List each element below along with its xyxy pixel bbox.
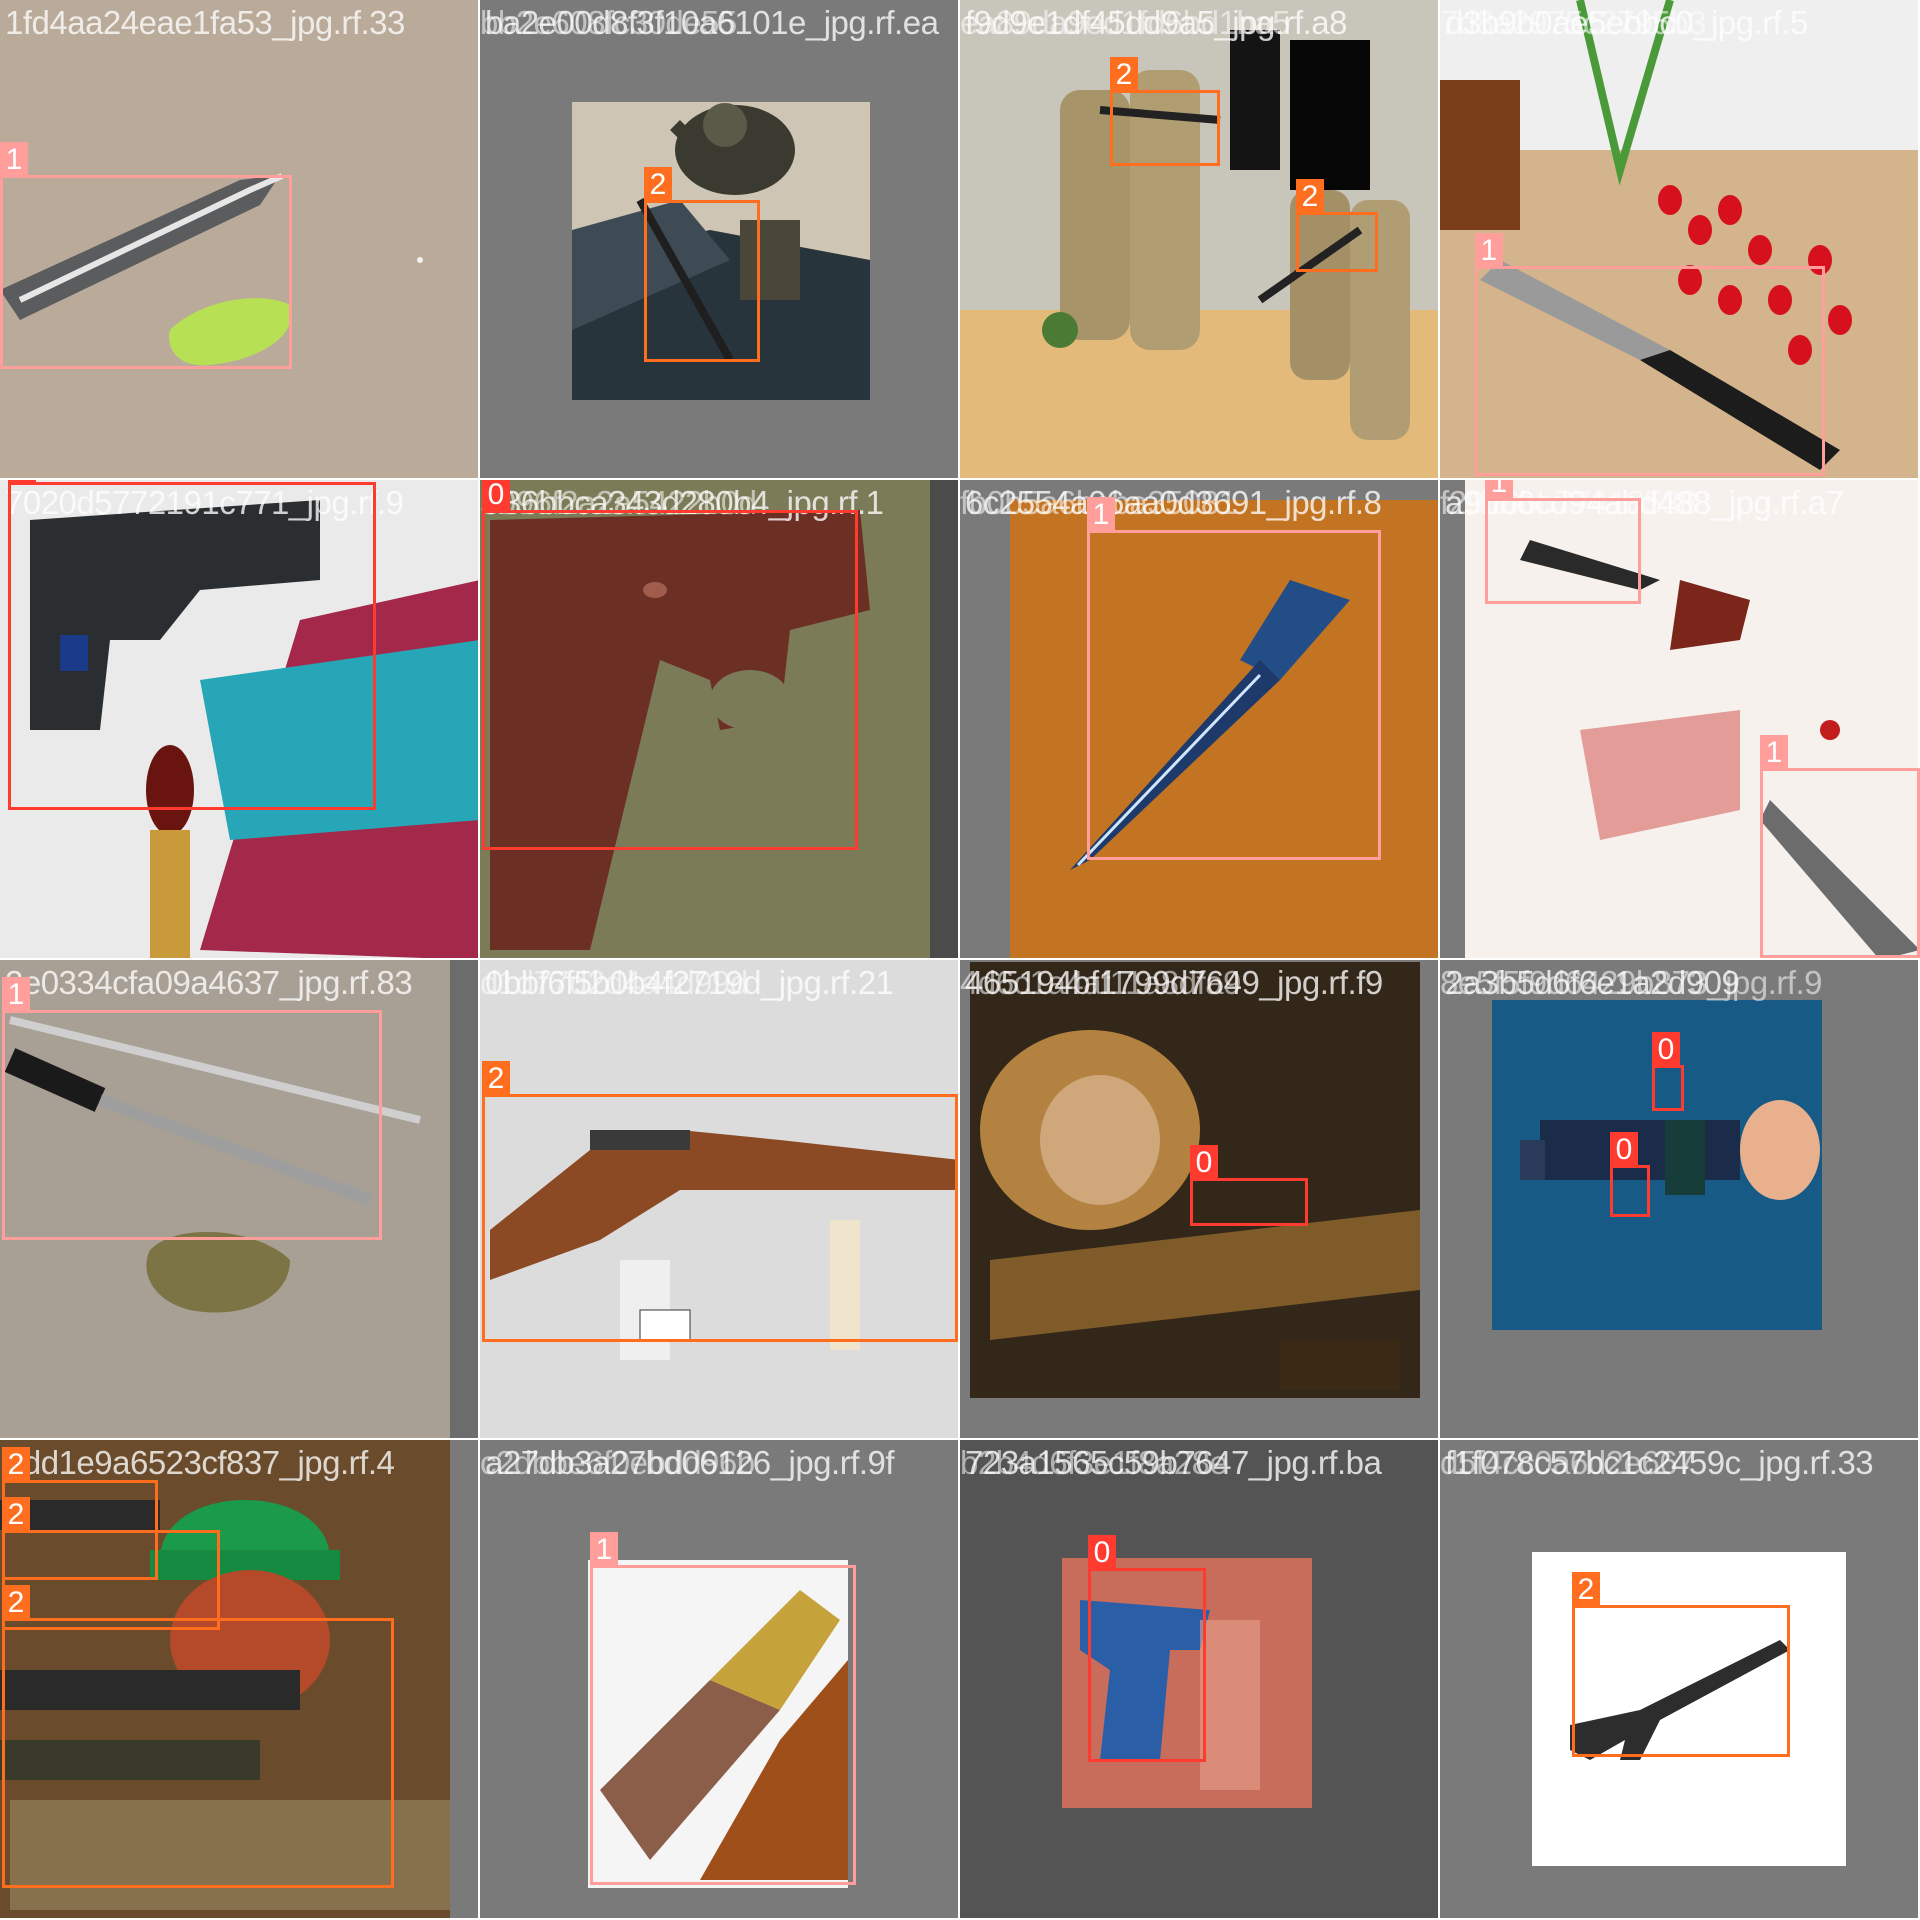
class-label: 2: [1572, 1572, 1600, 1606]
detection-box: 1: [1087, 497, 1381, 860]
tile-brown-pistol: 3096f2a2a5422b0d a36bbca343d280b4_jpg.rf…: [480, 480, 960, 960]
class-label: 1: [1485, 480, 1513, 499]
filename-label: 723a1565c59b7647_jpg.rf.ba: [965, 1444, 1382, 1481]
tile-steak-plate: f29ff6bb77418538 a9bb6cd94abd488_jpg.rf.…: [1440, 480, 1920, 960]
class-label: 0: [1652, 1032, 1680, 1066]
detection-box: 2: [644, 167, 760, 362]
cartoon-man-image: [1440, 960, 1920, 1440]
detection-box: 1: [1760, 735, 1920, 958]
class-label: 2: [482, 1061, 510, 1095]
class-label: 2: [644, 167, 672, 201]
class-label: 1: [1475, 233, 1503, 267]
detection-box: 0: [482, 480, 858, 850]
detection-box: 2: [1110, 57, 1220, 166]
class-label: 0: [1088, 1535, 1116, 1569]
class-label: 0: [1610, 1132, 1638, 1166]
filename-label: 2e0334cfa09a4637_jpg.rf.83: [5, 964, 413, 1001]
tile-sniper-range: 2dd1e9a6523cf837_jpg.rf.4 2 2 2: [0, 1440, 480, 1920]
filename-label: ba2e00d8f3f10a6101e_jpg.rf.ea: [485, 4, 939, 41]
detection-box: 1: [1475, 233, 1825, 476]
detection-mosaic: 1fd4aa24eae1fa53_jpg.rf.33 1 bb2e608fc30…: [0, 0, 1920, 1920]
detection-box: 1: [1485, 480, 1641, 604]
detection-box: 0: [8, 480, 376, 810]
filename-label: f9d9e1df45dd9a5_jpg.rf.a8: [965, 4, 1348, 41]
class-label: 2: [1296, 179, 1324, 213]
filename-label: 1fd4aa24eae1fa53_jpg.rf.33: [5, 4, 405, 41]
filename-label: 2a3b5d6f6e1a2d909: [1445, 964, 1740, 1001]
class-label: 2: [2, 1585, 30, 1619]
detection-box: 1: [2, 977, 382, 1240]
detection-box: 2: [482, 1061, 958, 1342]
detection-box: 2: [2, 1585, 394, 1888]
tile-knife-fork: 2e0334cfa09a4637_jpg.rf.83 1: [0, 960, 480, 1440]
filename-label: 2dd1e9a6523cf837_jpg.rf.4: [5, 1444, 395, 1481]
detection-box: 2: [2, 1497, 220, 1630]
filename-label: d1d77d2d4a4d99d: [480, 964, 748, 1001]
detection-box: 0: [1610, 1132, 1650, 1217]
class-label: 1: [1087, 497, 1115, 531]
class-label: 1: [2, 977, 30, 1011]
class-label: 2: [1110, 57, 1138, 91]
detection-box: 2: [1572, 1572, 1790, 1757]
filename-label: a27db3a27bd06126_jpg.rf.9f: [485, 1444, 895, 1481]
class-label: 1: [1760, 735, 1788, 769]
filename-label: f1f078c57bc1c2459c_jpg.rf.33: [1445, 1444, 1874, 1481]
class-label: 1: [0, 142, 28, 176]
filename-label: d3b9b0ae5ebbc0_jpg.rf.5: [1445, 4, 1808, 41]
class-label: 0: [482, 480, 510, 511]
tile-knife-sheath: c2dbbe6f0ebdd96b a27db3a27bd06126_jpg.rf…: [480, 1440, 960, 1920]
filename-label: 4d6c1a4af11a8dfa9: [960, 964, 1241, 1001]
detection-box: 0: [1190, 1145, 1308, 1226]
tile-chef-knife: 7d8a2975c2795b3 d3b9b0ae5ebbc0_jpg.rf.5 …: [1440, 0, 1920, 480]
class-label: 2: [2, 1497, 30, 1531]
tile-super-bowl-pistol: 7020d5772191c771_jpg.rf.9 0: [0, 480, 480, 960]
tile-mad-max-poster: 465194bf1799d7649_jpg.rf.f9 4d6c1a4af11a…: [960, 960, 1440, 1440]
tile-cartoon-man: 8e5f5f9d6429b873_jpg.rf.9 2a3b5d6f6e1a2d…: [1440, 960, 1920, 1440]
detection-box: 2: [1296, 179, 1378, 272]
detection-box: 1: [0, 142, 292, 369]
detection-box: 0: [1652, 1032, 1684, 1111]
tile-toy-pistol: b2b4d6f3e1f8a28e 723a1565c59b7647_jpg.rf…: [960, 1440, 1440, 1920]
detection-box: 0: [1088, 1535, 1206, 1762]
detection-box: 1: [590, 1532, 856, 1885]
class-label: 2: [2, 1447, 30, 1481]
tile-knife-lime: 1fd4aa24eae1fa53_jpg.rf.33 1: [0, 0, 480, 480]
class-label: 1: [590, 1532, 618, 1566]
tile-blue-dagger: 6c2554a06aa0d3691_jpg.rf.8 fb0b5a6baba35…: [960, 480, 1440, 960]
tile-bolt-rifle: 0bbf6f5b0b4f2719d_jpg.rf.21 d1d77d2d4a4d…: [480, 960, 960, 1440]
class-label: 0: [1190, 1145, 1218, 1179]
tile-helicopter-soldier: bb2e608fc30de55 ba2e00d8f3f10a6101e_jpg.…: [480, 0, 960, 480]
tile-shotgun: d5f4cc0a6d2e667 f1f078c57bc1c2459c_jpg.r…: [1440, 1440, 1920, 1920]
class-label: 0: [8, 480, 36, 483]
tile-soldiers-building: ea89da9ed1fd6bd1ba5 f9d9e1df45dd9a5_jpg.…: [960, 0, 1440, 480]
